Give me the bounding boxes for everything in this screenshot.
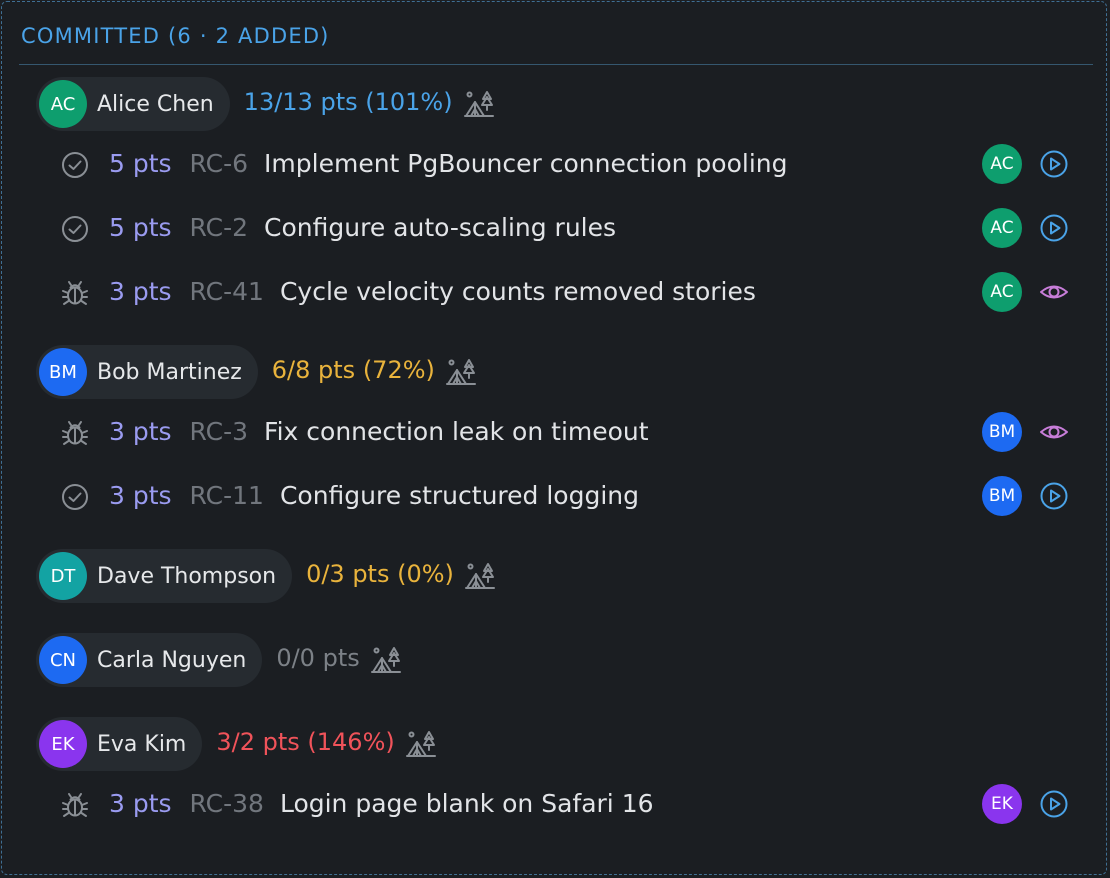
person-name: Eva Kim xyxy=(97,731,187,757)
task-title[interactable]: Implement PgBouncer connection pooling xyxy=(264,149,787,178)
assignee-avatar: EK xyxy=(982,784,1022,824)
task-id: RC-2 xyxy=(189,213,249,242)
task-row[interactable]: 3 pts RC-11 Configure structured logging BM xyxy=(2,464,1108,528)
task-id: RC-41 xyxy=(189,277,264,306)
play-circle-icon[interactable] xyxy=(1038,788,1070,820)
task-id: RC-11 xyxy=(189,481,264,510)
section-title: COMMITTED (6 · 2 ADDED) xyxy=(21,24,330,48)
eye-icon[interactable] xyxy=(1038,276,1070,308)
play-circle-icon[interactable] xyxy=(1038,148,1070,180)
task-title[interactable]: Cycle velocity counts removed stories xyxy=(280,277,756,306)
points-summary: 3/2 pts (146%) xyxy=(216,728,395,756)
assignee-avatar: AC xyxy=(982,272,1022,312)
task-row[interactable]: 3 pts RC-3 Fix connection leak on timeout B… xyxy=(2,400,1108,464)
camp-icon[interactable] xyxy=(463,88,495,120)
avatar: EK xyxy=(39,720,87,768)
task-title[interactable]: Login page blank on Safari 16 xyxy=(280,789,654,818)
person-name: Dave Thompson xyxy=(97,563,277,589)
task-points: 3 pts xyxy=(109,481,172,510)
play-circle-icon[interactable] xyxy=(1038,212,1070,244)
assignee-avatar: AC xyxy=(982,208,1022,248)
points-summary: 13/13 pts (101%) xyxy=(243,88,453,116)
person-name: Carla Nguyen xyxy=(97,647,247,673)
points-summary: 0/0 pts xyxy=(276,644,360,672)
person-group: CN Carla Nguyen 0/0 pts xyxy=(2,632,1108,688)
task-row[interactable]: 5 pts RC-6 Implement PgBouncer connection … xyxy=(2,132,1108,196)
check-circle-icon xyxy=(60,150,90,180)
person-header: DT Dave Thompson 0/3 pts (0%) xyxy=(2,548,1108,604)
person-chip[interactable]: DT Dave Thompson xyxy=(36,549,293,603)
avatar: CN xyxy=(39,636,87,684)
task-points: 3 pts xyxy=(109,277,172,306)
task-id: RC-3 xyxy=(189,417,249,446)
avatar: DT xyxy=(39,552,87,600)
person-group: DT Dave Thompson 0/3 pts (0%) xyxy=(2,548,1108,604)
avatar: AC xyxy=(39,80,87,128)
committed-panel: COMMITTED (6 · 2 ADDED) AC Alice Chen 13/1… xyxy=(1,1,1107,875)
person-name: Alice Chen xyxy=(97,91,214,117)
assignee-avatar: BM xyxy=(982,412,1022,452)
camp-icon[interactable] xyxy=(445,356,477,388)
eye-icon[interactable] xyxy=(1038,416,1070,448)
task-points: 3 pts xyxy=(109,417,172,446)
bug-icon xyxy=(60,278,90,308)
task-row[interactable]: 3 pts RC-38 Login page blank on Safari 16 E… xyxy=(2,772,1108,836)
task-title[interactable]: Fix connection leak on timeout xyxy=(264,417,649,446)
task-id: RC-38 xyxy=(189,789,264,818)
camp-icon[interactable] xyxy=(405,728,437,760)
assignee-avatar: AC xyxy=(982,144,1022,184)
person-chip[interactable]: AC Alice Chen xyxy=(36,77,230,131)
task-points: 5 pts xyxy=(109,213,172,242)
person-group: AC Alice Chen 13/13 pts (101%) 5 pts RC-6 Imp… xyxy=(2,76,1108,324)
divider xyxy=(19,64,1093,65)
task-row[interactable]: 5 pts RC-2 Configure auto-scaling rules AC xyxy=(2,196,1108,260)
task-title[interactable]: Configure auto-scaling rules xyxy=(264,213,616,242)
check-circle-icon xyxy=(60,214,90,244)
bug-icon xyxy=(60,790,90,820)
person-chip[interactable]: CN Carla Nguyen xyxy=(36,633,263,687)
task-row[interactable]: 3 pts RC-41 Cycle velocity counts removed … xyxy=(2,260,1108,324)
person-chip[interactable]: EK Eva Kim xyxy=(36,717,203,771)
person-header: AC Alice Chen 13/13 pts (101%) xyxy=(2,76,1108,132)
person-header: EK Eva Kim 3/2 pts (146%) xyxy=(2,716,1108,772)
assignee-avatar: BM xyxy=(982,476,1022,516)
task-points: 3 pts xyxy=(109,789,172,818)
camp-icon[interactable] xyxy=(464,560,496,592)
person-header: BM Bob Martinez 6/8 pts (72%) xyxy=(2,344,1108,400)
avatar: BM xyxy=(39,348,87,396)
points-summary: 6/8 pts (72%) xyxy=(271,356,435,384)
points-summary: 0/3 pts (0%) xyxy=(306,560,454,588)
person-name: Bob Martinez xyxy=(97,359,242,385)
task-id: RC-6 xyxy=(189,149,249,178)
person-header: CN Carla Nguyen 0/0 pts xyxy=(2,632,1108,688)
task-points: 5 pts xyxy=(109,149,172,178)
task-title[interactable]: Configure structured logging xyxy=(280,481,639,510)
check-circle-icon xyxy=(60,482,90,512)
bug-icon xyxy=(60,418,90,448)
person-group: EK Eva Kim 3/2 pts (146%) 3 pts RC-38 Login p… xyxy=(2,716,1108,836)
camp-icon[interactable] xyxy=(370,644,402,676)
play-circle-icon[interactable] xyxy=(1038,480,1070,512)
person-group: BM Bob Martinez 6/8 pts (72%) 3 pts RC-3 Fix … xyxy=(2,344,1108,528)
person-chip[interactable]: BM Bob Martinez xyxy=(36,345,258,399)
